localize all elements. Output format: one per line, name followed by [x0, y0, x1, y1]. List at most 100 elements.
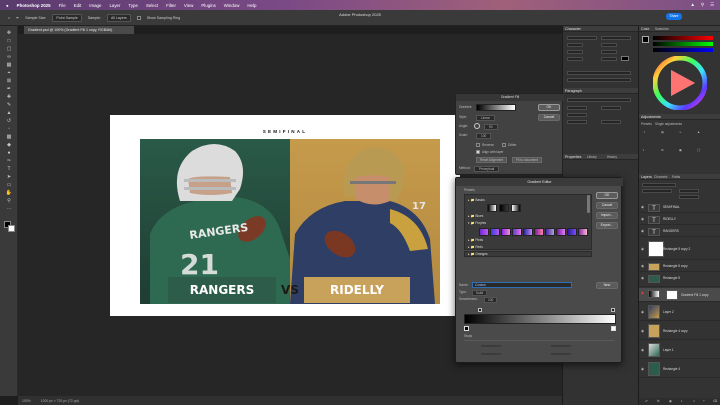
color-foreground-swatch[interactable] — [642, 36, 649, 43]
artboard-tool-icon[interactable]: □ — [4, 38, 14, 45]
adjustments-panel-title[interactable]: Adjustments — [641, 114, 661, 120]
properties-panel-title[interactable]: Properties — [565, 154, 581, 160]
color-panel-tab[interactable]: Color — [641, 26, 650, 32]
preset-swatch[interactable] — [578, 228, 588, 236]
menu-image[interactable]: Image — [89, 3, 101, 8]
gradient-bar[interactable] — [464, 314, 616, 324]
scale-field[interactable]: 100 — [476, 133, 492, 139]
align-with-layer-checkbox[interactable] — [476, 150, 480, 154]
more-tools-icon[interactable]: ⋯ — [4, 206, 14, 213]
control-center-icon[interactable]: ☰ — [710, 2, 714, 8]
eraser-tool-icon[interactable]: ▫ — [4, 126, 14, 133]
apple-menu-icon[interactable]: ● — [6, 3, 9, 8]
preset-swatch[interactable] — [479, 228, 489, 236]
show-sampling-ring-checkbox[interactable] — [136, 15, 141, 20]
menu-filter[interactable]: Filter — [166, 3, 176, 8]
paths-panel-tab[interactable]: Paths — [672, 175, 680, 179]
new-group-icon[interactable]: □ — [693, 399, 695, 403]
layer-row-selected[interactable]: ◉ Gradient Fill 1 copy — [639, 288, 720, 302]
blend-mode-select[interactable] — [642, 189, 672, 193]
lasso-tool-icon[interactable]: ∞ — [4, 54, 14, 61]
sample-size-select[interactable]: Point Sample — [52, 13, 82, 22]
reverse-checkbox[interactable] — [476, 143, 480, 147]
history-brush-icon[interactable]: ↺ — [4, 118, 14, 125]
gradient-editor-cancel-button[interactable]: Cancel — [596, 202, 618, 209]
preset-folder-blues[interactable]: ▸ 📁 Blues — [468, 213, 588, 220]
character-panel-title[interactable]: Character — [565, 26, 581, 32]
color-wheel[interactable] — [653, 56, 707, 110]
menu-layer[interactable]: Layer — [109, 3, 120, 8]
menu-file[interactable]: File — [59, 3, 66, 8]
preset-swatch[interactable] — [512, 228, 522, 236]
preset-swatch[interactable] — [556, 228, 566, 236]
preset-folder-purples[interactable]: ▾ 📁 Purples — [468, 220, 588, 227]
marquee-tool-icon[interactable]: ▢ — [4, 46, 14, 53]
preset-folder-pinks[interactable]: ▸ 📁 Pinks — [468, 237, 588, 244]
visibility-eye-icon[interactable]: ◉ — [641, 217, 645, 221]
gradient-editor-title[interactable]: Gradient Editor — [456, 178, 623, 186]
app-name-menu[interactable]: Photoshop 2025 — [17, 3, 51, 8]
gradient-fill-cancel-button[interactable]: Cancel — [538, 114, 560, 121]
menu-type[interactable]: Type — [128, 3, 138, 8]
object-select-tool-icon[interactable]: ▦ — [4, 62, 14, 69]
gradient-fill-title[interactable]: Gradient Fill — [456, 94, 564, 101]
hand-tool-icon[interactable]: ✋ — [4, 190, 14, 197]
kerning-field[interactable] — [567, 50, 583, 54]
preset-swatch[interactable] — [501, 228, 511, 236]
adjust-presets-tab[interactable]: Presets — [641, 122, 652, 126]
layer-row[interactable]: ◉ Rectangle 5 copy — [639, 261, 720, 272]
fill-field[interactable] — [679, 195, 699, 199]
visibility-eye-icon[interactable]: ◉ — [641, 247, 645, 251]
style-select[interactable]: Linear — [476, 115, 495, 121]
document-size[interactable]: 1200 px × 720 px (72 ppi) — [41, 399, 80, 403]
visibility-eye-icon[interactable]: ◉ — [641, 276, 645, 280]
layer-row[interactable]: ◉ Rectangle 5 copy 2 — [639, 238, 720, 260]
black-white-icon[interactable]: ▣ — [679, 148, 682, 152]
fit-to-document-button[interactable]: Fit to document — [512, 157, 542, 163]
curves-icon[interactable]: ∿ — [679, 130, 682, 134]
library-tab[interactable]: Library — [587, 155, 597, 159]
method-select[interactable]: Perceptual — [474, 166, 500, 172]
frame-tool-icon[interactable]: ⊠ — [4, 78, 14, 85]
shape-tool-icon[interactable]: ▭ — [4, 182, 14, 189]
paragraph-align-buttons[interactable] — [567, 98, 631, 102]
space-after-field[interactable] — [601, 120, 621, 124]
gradient-name-input[interactable]: Custom — [472, 282, 572, 288]
search-icon[interactable]: ⚲ — [701, 2, 704, 8]
visibility-eye-icon[interactable]: ◉ — [641, 229, 645, 233]
visibility-eye-icon[interactable]: ◉ — [641, 367, 645, 371]
preset-swatch[interactable] — [534, 228, 544, 236]
angle-field[interactable]: 90 — [484, 124, 498, 130]
menu-window[interactable]: Window — [224, 3, 240, 8]
gradient-preview-swatch[interactable] — [476, 104, 516, 111]
import-button[interactable]: Import... — [596, 212, 618, 219]
layer-row[interactable]: ◉ Rectangle 4 copy — [639, 322, 720, 340]
visibility-eye-icon[interactable]: ◉ — [641, 310, 645, 314]
type-tool-icon[interactable]: T — [4, 166, 14, 173]
layer-row[interactable]: ◉ T RANGERS — [639, 226, 720, 237]
channels-panel-tab[interactable]: Channels — [654, 175, 667, 179]
presets-scrollbar[interactable] — [587, 195, 590, 213]
gradient-tool-icon[interactable]: ▩ — [4, 134, 14, 141]
gradient-fill-thumbnail[interactable] — [648, 289, 660, 298]
visibility-eye-icon[interactable]: ◉ — [641, 348, 645, 352]
reset-alignment-button[interactable]: Reset Alignment — [476, 157, 508, 163]
brightness-contrast-icon[interactable]: ◑ — [643, 130, 645, 134]
font-family-field[interactable] — [567, 36, 597, 40]
wifi-icon[interactable]: ▲ — [690, 2, 694, 8]
stamp-tool-icon[interactable]: ▲ — [4, 110, 14, 117]
smoothness-field[interactable]: 100 — [484, 297, 498, 303]
menu-edit[interactable]: Edit — [74, 3, 82, 8]
move-tool-icon[interactable]: ✥ — [4, 30, 14, 37]
trash-icon[interactable]: ⌫ — [713, 399, 718, 403]
zoom-level[interactable]: 100% — [22, 399, 31, 403]
layer-row[interactable]: ◉ T RIDELLY — [639, 214, 720, 225]
opentype-buttons[interactable] — [567, 78, 631, 82]
visibility-eye-icon[interactable]: ◉ — [641, 329, 645, 333]
paragraph-panel-title[interactable]: Paragraph — [565, 88, 582, 94]
preset-folder-oranges[interactable]: ▸ 📁 Oranges — [468, 251, 588, 258]
hue-saturation-icon[interactable]: ◐ — [643, 148, 645, 152]
document-tab[interactable]: Gradient.psd @ 100% (Gradient Fill 1 cop… — [24, 26, 134, 34]
text-color-swatch[interactable] — [621, 56, 629, 61]
gradient-fill-ok-button[interactable]: OK — [538, 104, 560, 111]
